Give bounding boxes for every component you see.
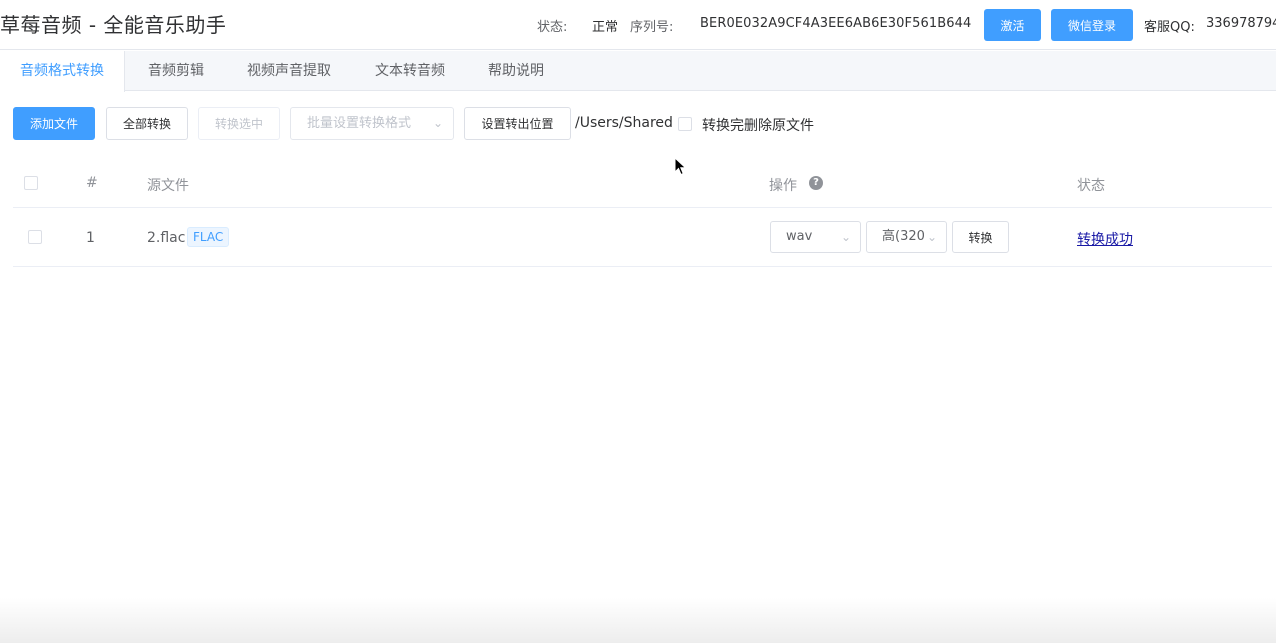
wechat-login-button[interactable]: 微信登录 [1051, 9, 1133, 41]
convert-row-button[interactable]: 转换 [952, 221, 1009, 253]
chevron-down-icon: ⌄ [432, 116, 443, 130]
main-tabs: 音频格式转换 音频剪辑 视频声音提取 文本转音频 帮助说明 [0, 51, 1276, 92]
output-format-select[interactable]: wav ⌄ [770, 221, 861, 253]
convert-all-button[interactable]: 全部转换 [106, 107, 188, 140]
help-icon[interactable]: ? [809, 176, 823, 190]
batch-format-select[interactable]: 批量设置转换格式 ⌄ [290, 107, 454, 140]
output-format-value: wav [786, 229, 813, 244]
status-value: 正常 [592, 20, 619, 35]
tab-text-to-audio[interactable]: 文本转音频 [352, 51, 468, 91]
select-all-checkbox[interactable] [24, 176, 38, 190]
column-header-source: 源文件 [147, 178, 189, 194]
chevron-down-icon: ⌄ [924, 222, 937, 252]
file-type-badge: FLAC [187, 227, 230, 247]
activate-button[interactable]: 激活 [984, 9, 1041, 41]
chevron-down-icon: ⌄ [838, 222, 851, 252]
table-divider [13, 266, 1272, 267]
convert-selected-button[interactable]: 转换选中 [198, 107, 280, 140]
delete-after-convert-checkbox[interactable] [678, 117, 692, 131]
tab-video-audio-extract[interactable]: 视频声音提取 [226, 51, 352, 91]
app-title: 草莓音频 - 全能音乐助手 [0, 13, 227, 37]
status-label: 状态: [537, 20, 568, 35]
add-file-button[interactable]: 添加文件 [13, 107, 95, 140]
support-qq-label: 客服QQ: [1144, 20, 1195, 35]
support-qq-number: 336978794 [1206, 16, 1276, 31]
tab-audio-format-convert[interactable]: 音频格式转换 [0, 51, 125, 92]
tab-audio-edit[interactable]: 音频剪辑 [126, 51, 226, 91]
batch-format-placeholder: 批量设置转换格式 [307, 116, 412, 131]
column-header-operation: 操作 [769, 178, 797, 194]
quality-select[interactable]: 高(320k) ⌄ [866, 221, 947, 253]
column-header-status: 状态 [1077, 178, 1105, 194]
app-header: 草莓音频 - 全能音乐助手 状态: 正常 序列号: BER0E032A9CF4A… [0, 0, 1276, 50]
column-header-index: # [86, 175, 98, 191]
serial-label: 序列号: [630, 20, 674, 35]
delete-after-convert-label[interactable]: 转换完删除原文件 [702, 115, 814, 135]
source-file-name: 2.flac [147, 230, 186, 246]
serial-number: BER0E032A9CF4A3EE6AB6E30F561B644 [700, 16, 972, 31]
bottom-fade [0, 598, 1276, 643]
conversion-status-link[interactable]: 转换成功 [1077, 229, 1133, 249]
set-output-location-button[interactable]: 设置转出位置 [464, 107, 571, 140]
row-checkbox[interactable] [28, 230, 42, 244]
row-index: 1 [86, 230, 95, 246]
tab-help[interactable]: 帮助说明 [468, 51, 564, 91]
table-divider [13, 207, 1272, 208]
output-path: /Users/Shared [575, 115, 673, 131]
mouse-cursor-icon [674, 157, 687, 176]
